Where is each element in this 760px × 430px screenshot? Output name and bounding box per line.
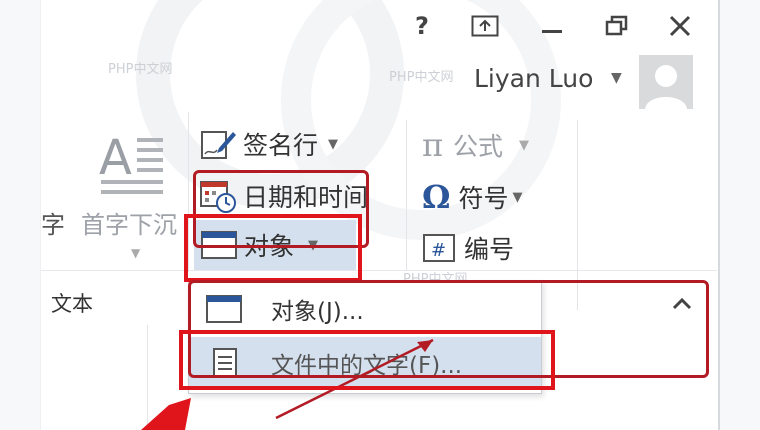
word-window: PHP中文网 PHP中文网 PHP中文网 ? Liyan Luo ▼ A 字 首… bbox=[41, 0, 717, 430]
left-margin bbox=[0, 0, 41, 430]
right-margin bbox=[718, 0, 760, 430]
annotation-arrow bbox=[141, 338, 434, 430]
